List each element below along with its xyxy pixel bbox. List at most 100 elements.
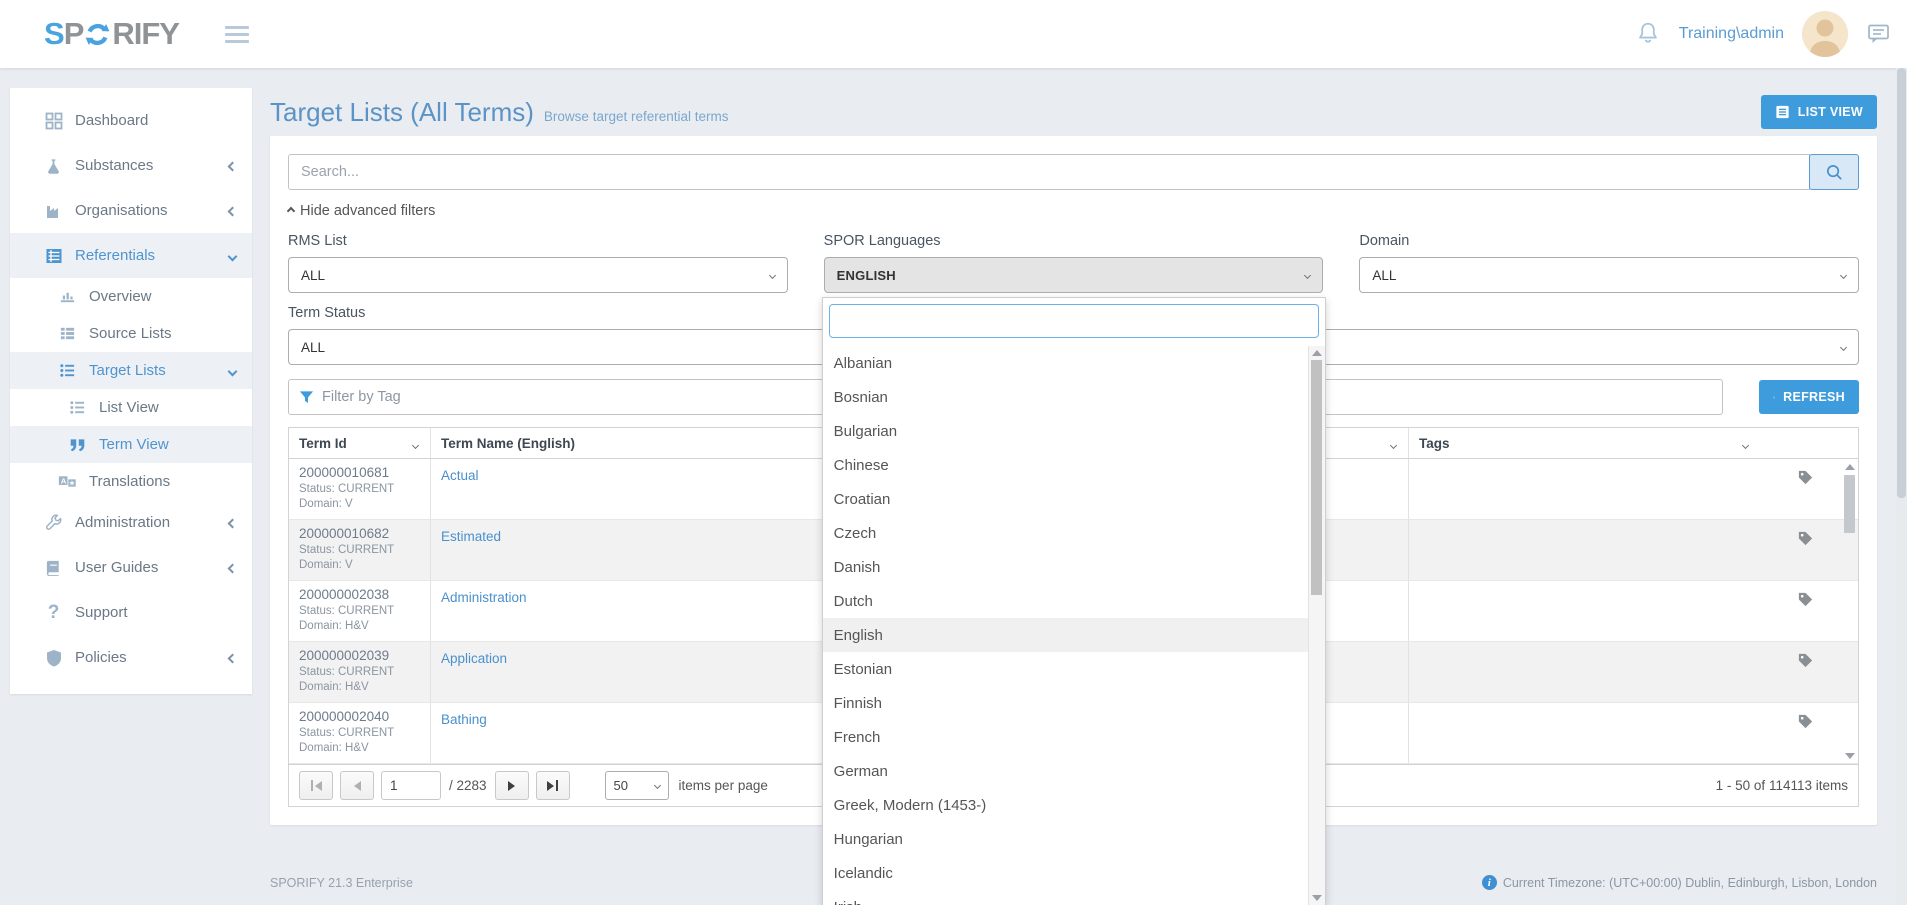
page-number-input[interactable] bbox=[381, 771, 441, 800]
language-option[interactable]: Estonian bbox=[823, 652, 1308, 686]
bullet-list-icon bbox=[68, 398, 87, 417]
term-status: Status: CURRENT bbox=[299, 666, 430, 678]
column-header-tags[interactable]: Tags bbox=[1409, 428, 1858, 458]
language-option[interactable]: Finnish bbox=[823, 686, 1308, 720]
search-input[interactable] bbox=[288, 154, 1810, 190]
language-option[interactable]: Czech bbox=[823, 516, 1308, 550]
tags-header-label: Tags bbox=[1419, 436, 1450, 451]
hide-advanced-filters-toggle[interactable]: Hide advanced filters bbox=[288, 203, 435, 219]
spor-languages-select[interactable]: ENGLISH bbox=[824, 257, 1324, 293]
search-button[interactable] bbox=[1809, 154, 1859, 190]
feedback-chat-icon[interactable] bbox=[1866, 22, 1891, 46]
sidebar-item-dashboard[interactable]: Dashboard bbox=[10, 98, 252, 143]
funnel-icon bbox=[299, 390, 314, 405]
sidebar-item-substances[interactable]: Substances bbox=[10, 143, 252, 188]
sidebar-item-translations[interactable]: A Translations bbox=[10, 463, 252, 500]
sidebar-label: List View bbox=[99, 399, 159, 416]
items-per-page-select[interactable]: 50 bbox=[605, 771, 669, 800]
book-icon bbox=[44, 558, 63, 577]
scrollbar-thumb[interactable] bbox=[1844, 475, 1855, 533]
language-option[interactable]: Greek, Modern (1453-) bbox=[823, 788, 1308, 822]
language-option[interactable]: Dutch bbox=[823, 584, 1308, 618]
sidebar-item-list-view[interactable]: List View bbox=[10, 389, 252, 426]
column-menu-icon[interactable] bbox=[1742, 441, 1749, 448]
dashboard-icon bbox=[44, 111, 63, 130]
menu-toggle-icon[interactable] bbox=[225, 22, 249, 47]
notifications-bell-icon[interactable] bbox=[1635, 20, 1661, 48]
logo-text-s: S bbox=[44, 16, 64, 52]
sidebar-item-referentials[interactable]: Referentials bbox=[10, 233, 252, 278]
language-option[interactable]: Bulgarian bbox=[823, 414, 1308, 448]
scroll-up-arrow[interactable] bbox=[1312, 350, 1322, 356]
sidebar-item-administration[interactable]: Administration bbox=[10, 500, 252, 545]
column-menu-icon[interactable] bbox=[412, 441, 419, 448]
language-option[interactable]: Icelandic bbox=[823, 856, 1308, 890]
first-page-button[interactable] bbox=[299, 771, 333, 800]
main-content: Target Lists (All Terms) Browse target r… bbox=[270, 88, 1877, 890]
table-scrollbar[interactable] bbox=[1842, 460, 1857, 763]
chevron-down-icon bbox=[1304, 271, 1311, 278]
language-option[interactable]: Croatian bbox=[823, 482, 1308, 516]
language-option[interactable]: Bosnian bbox=[823, 380, 1308, 414]
language-option[interactable]: Irish bbox=[823, 890, 1308, 905]
spor-languages-filter: SPOR Languages ENGLISH Albanian Bosnian … bbox=[824, 233, 1324, 293]
logo-sync-icon bbox=[84, 21, 111, 48]
logged-in-user[interactable]: Training\admin bbox=[1679, 25, 1784, 43]
language-filter-input[interactable] bbox=[829, 304, 1319, 338]
language-option-list: Albanian Bosnian Bulgarian Chinese Croat… bbox=[823, 346, 1308, 905]
sidebar-item-user-guides[interactable]: User Guides bbox=[10, 545, 252, 590]
term-name-link[interactable]: Application bbox=[441, 651, 507, 666]
scrollbar-thumb[interactable] bbox=[1311, 360, 1322, 595]
tag-icon[interactable] bbox=[1797, 591, 1814, 608]
refresh-button[interactable]: REFRESH bbox=[1759, 380, 1859, 414]
scrollbar-thumb[interactable] bbox=[1897, 68, 1906, 498]
column-header-hidden[interactable] bbox=[1321, 428, 1409, 458]
page-scrollbar[interactable] bbox=[1896, 68, 1907, 905]
tag-icon[interactable] bbox=[1797, 469, 1814, 486]
sidebar-item-overview[interactable]: Overview bbox=[10, 278, 252, 315]
term-name-link[interactable]: Administration bbox=[441, 590, 527, 605]
term-id: 200000010681 bbox=[299, 465, 430, 480]
language-option-selected[interactable]: English bbox=[823, 618, 1308, 652]
sidebar-item-organisations[interactable]: Organisations bbox=[10, 188, 252, 233]
language-option[interactable]: Chinese bbox=[823, 448, 1308, 482]
sporify-logo[interactable]: SP RIFY bbox=[44, 16, 179, 52]
scroll-down-arrow[interactable] bbox=[1845, 753, 1855, 759]
language-option[interactable]: German bbox=[823, 754, 1308, 788]
tag-icon[interactable] bbox=[1797, 713, 1814, 730]
language-option[interactable]: French bbox=[823, 720, 1308, 754]
sidebar-item-target-lists[interactable]: Target Lists bbox=[10, 352, 252, 389]
sidebar-item-term-view[interactable]: Term View bbox=[10, 426, 252, 463]
items-per-page-value: 50 bbox=[614, 778, 628, 793]
scroll-down-arrow[interactable] bbox=[1312, 895, 1322, 901]
tag-icon[interactable] bbox=[1797, 652, 1814, 669]
wrench-icon bbox=[44, 513, 63, 532]
sidebar-item-source-lists[interactable]: Source Lists bbox=[10, 315, 252, 352]
language-option[interactable]: Albanian bbox=[823, 346, 1308, 380]
shield-icon bbox=[44, 648, 63, 667]
term-name-link[interactable]: Estimated bbox=[441, 529, 501, 544]
language-option[interactable]: Hungarian bbox=[823, 822, 1308, 856]
domain-select[interactable]: ALL bbox=[1359, 257, 1859, 293]
term-id: 200000002038 bbox=[299, 587, 430, 602]
last-page-button[interactable] bbox=[536, 771, 570, 800]
list-view-button[interactable]: LIST VIEW bbox=[1761, 95, 1877, 129]
column-header-term-id[interactable]: Term Id bbox=[289, 428, 431, 458]
term-name-link[interactable]: Bathing bbox=[441, 712, 487, 727]
rms-list-select[interactable]: ALL bbox=[288, 257, 788, 293]
sidebar-item-policies[interactable]: Policies bbox=[10, 635, 252, 680]
previous-page-button[interactable] bbox=[340, 771, 374, 800]
filter-row-1: RMS List ALL SPOR Languages ENGLISH bbox=[288, 233, 1859, 293]
term-domain: Domain: H&V bbox=[299, 620, 430, 632]
next-page-button[interactable] bbox=[495, 771, 529, 800]
browse-terms-link[interactable]: Browse target referential terms bbox=[544, 109, 729, 124]
column-menu-icon[interactable] bbox=[1390, 441, 1397, 448]
scroll-up-arrow[interactable] bbox=[1845, 464, 1855, 470]
user-avatar[interactable] bbox=[1802, 11, 1848, 57]
language-option[interactable]: Danish bbox=[823, 550, 1308, 584]
chevron-down-icon bbox=[1840, 343, 1847, 350]
tag-icon[interactable] bbox=[1797, 530, 1814, 547]
term-name-link[interactable]: Actual bbox=[441, 468, 479, 483]
sidebar-item-support[interactable]: ? Support bbox=[10, 590, 252, 635]
dropdown-scrollbar[interactable] bbox=[1308, 346, 1325, 905]
